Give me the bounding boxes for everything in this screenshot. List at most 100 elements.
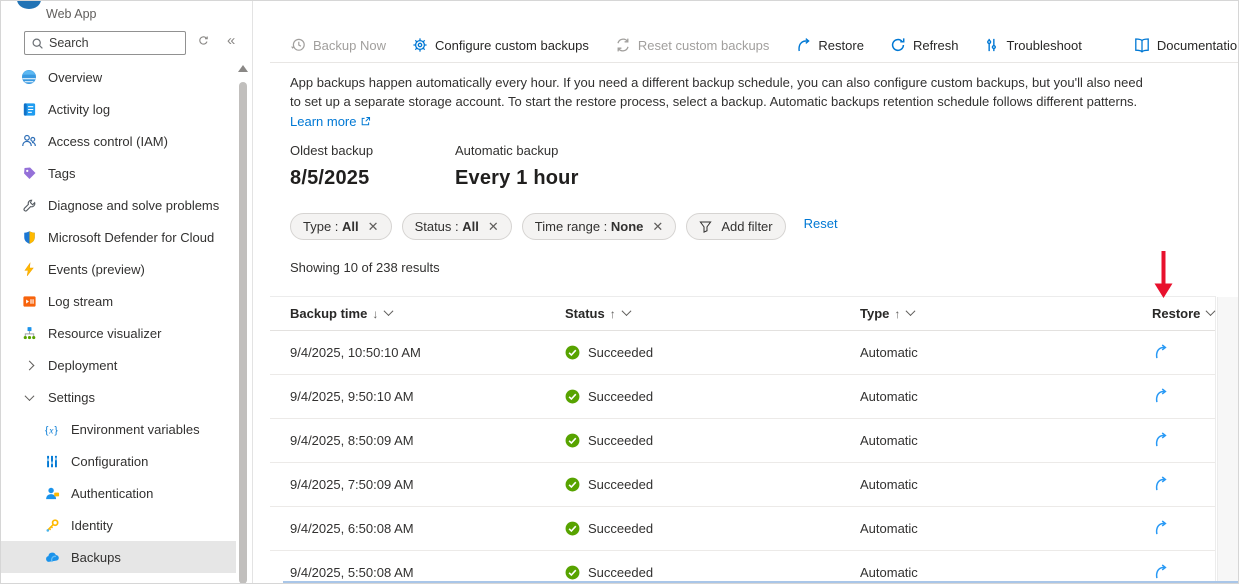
sliders-icon — [43, 452, 61, 470]
add-filter-button[interactable]: Add filter — [686, 213, 785, 240]
sidebar-item-tags[interactable]: Tags — [0, 157, 236, 189]
success-check-icon — [565, 389, 580, 404]
sidebar-item-backups[interactable]: Backups — [0, 541, 236, 573]
backup-time-cell: 9/4/2025, 9:50:10 AM — [290, 389, 565, 404]
oldest-backup-stat: Oldest backup 8/5/2025 — [290, 143, 455, 190]
sidebar-item-overview[interactable]: Overview — [0, 61, 236, 93]
sidebar-item-defender[interactable]: Microsoft Defender for Cloud — [0, 221, 236, 253]
backup-time-cell: 9/4/2025, 8:50:09 AM — [290, 433, 565, 448]
status-cell: Succeeded — [565, 345, 860, 360]
refresh-icon — [890, 37, 906, 53]
restore-row-icon[interactable] — [1152, 519, 1169, 536]
documentation-button[interactable]: Documentation — [1134, 37, 1239, 53]
configure-custom-backups-button[interactable]: Configure custom backups — [412, 37, 589, 53]
column-header-restore[interactable]: Restore — [1145, 306, 1215, 321]
sidebar-item-activity-log[interactable]: Activity log — [0, 93, 236, 125]
sidebar-item-environment-variables[interactable]: {x} Environment variables — [0, 413, 236, 445]
learn-more-link[interactable]: Learn more — [290, 114, 371, 129]
sort-asc-icon: ↑ — [894, 307, 900, 321]
filter-pill-type[interactable]: Type : All ✕ — [290, 213, 392, 240]
troubleshoot-button[interactable]: Troubleshoot — [984, 37, 1081, 53]
table-row[interactable]: 9/4/2025, 8:50:09 AM Succeeded Automatic — [270, 419, 1215, 463]
status-cell: Succeeded — [565, 521, 860, 536]
funnel-icon — [699, 220, 712, 233]
tree-diagram-icon — [20, 324, 38, 342]
results-count: Showing 10 of 238 results — [290, 260, 440, 275]
column-header-type[interactable]: Type ↑ — [860, 306, 1145, 321]
tag-icon — [20, 164, 38, 182]
backup-time-cell: 9/4/2025, 6:50:08 AM — [290, 521, 565, 536]
type-cell: Automatic — [860, 433, 1145, 448]
sidebar-nav: Overview Activity log Access control (IA… — [0, 61, 236, 573]
restore-row-icon[interactable] — [1152, 563, 1169, 580]
sidebar-item-deployment[interactable]: Deployment — [0, 349, 236, 381]
reset-filters-link[interactable]: Reset — [804, 216, 838, 231]
sidebar-item-resource-visualizer[interactable]: Resource visualizer — [0, 317, 236, 349]
reset-icon — [615, 37, 631, 53]
sidebar-item-log-stream[interactable]: Log stream — [0, 285, 236, 317]
chevron-down-icon — [621, 306, 631, 316]
table-row[interactable]: 9/4/2025, 7:50:09 AM Succeeded Automatic — [270, 463, 1215, 507]
web-app-resource-icon — [17, 0, 41, 9]
table-row[interactable]: 9/4/2025, 9:50:10 AM Succeeded Automatic — [270, 375, 1215, 419]
backups-table: Backup time ↓ Status ↑ Type ↑ Restore 9/… — [270, 296, 1216, 584]
command-bar: Backup Now Configure custom backups Rese… — [270, 28, 1239, 63]
external-link-icon — [360, 116, 371, 127]
sidebar-item-authentication[interactable]: Authentication — [0, 477, 236, 509]
sidebar-item-access-control[interactable]: Access control (IAM) — [0, 125, 236, 157]
chevron-down-icon — [20, 388, 38, 406]
table-header-row: Backup time ↓ Status ↑ Type ↑ Restore — [270, 296, 1215, 331]
backup-stats: Oldest backup 8/5/2025 Automatic backup … — [290, 143, 620, 190]
gear-icon — [412, 37, 428, 53]
success-check-icon — [565, 433, 580, 448]
refresh-button[interactable]: Refresh — [890, 37, 959, 53]
success-check-icon — [565, 565, 580, 580]
status-cell: Succeeded — [565, 389, 860, 404]
restore-row-icon[interactable] — [1152, 387, 1169, 404]
reset-custom-backups-button[interactable]: Reset custom backups — [615, 37, 770, 53]
filter-pill-status[interactable]: Status : All ✕ — [402, 213, 512, 240]
shield-icon — [20, 228, 38, 246]
sidebar-item-settings[interactable]: Settings — [0, 381, 236, 413]
restore-row-icon[interactable] — [1152, 475, 1169, 492]
person-badge-icon — [43, 484, 61, 502]
search-icon — [31, 37, 44, 50]
chevron-down-icon — [384, 306, 394, 316]
restore-button[interactable]: Restore — [795, 37, 864, 53]
backup-time-cell: 9/4/2025, 7:50:09 AM — [290, 477, 565, 492]
type-cell: Automatic — [860, 521, 1145, 536]
remove-filter-icon[interactable]: ✕ — [488, 219, 499, 235]
column-header-backup-time[interactable]: Backup time ↓ — [290, 306, 565, 321]
backup-now-button[interactable]: Backup Now — [290, 37, 386, 53]
remove-filter-icon[interactable]: ✕ — [368, 219, 379, 235]
table-row[interactable]: 9/4/2025, 10:50:10 AM Succeeded Automati… — [270, 331, 1215, 375]
people-icon — [20, 132, 38, 150]
status-cell: Succeeded — [565, 477, 860, 492]
list-scrollbar[interactable] — [1217, 297, 1239, 584]
restore-row-icon[interactable] — [1152, 343, 1169, 360]
collapse-sidebar-icon[interactable]: « — [227, 33, 235, 49]
scrollbar-thumb[interactable] — [239, 82, 247, 584]
sidebar-item-identity[interactable]: Identity — [0, 509, 236, 541]
type-cell: Automatic — [860, 565, 1145, 580]
column-header-status[interactable]: Status ↑ — [565, 306, 860, 321]
search-input[interactable] — [49, 36, 181, 50]
remove-filter-icon[interactable]: ✕ — [652, 219, 663, 235]
sidebar-item-configuration[interactable]: Configuration — [0, 445, 236, 477]
menu-refresh-icon[interactable] — [198, 35, 209, 46]
table-row[interactable]: 9/4/2025, 5:50:08 AM Succeeded Automatic — [270, 551, 1215, 584]
filter-pill-time-range[interactable]: Time range : None ✕ — [522, 213, 677, 240]
automatic-backup-value: Every 1 hour — [455, 167, 620, 190]
main-content: Backup Now Configure custom backups Rese… — [253, 0, 1239, 584]
table-row[interactable]: 9/4/2025, 6:50:08 AM Succeeded Automatic — [270, 507, 1215, 551]
backup-time-cell: 9/4/2025, 5:50:08 AM — [290, 565, 565, 580]
sidebar-search[interactable] — [24, 31, 186, 55]
success-check-icon — [565, 477, 580, 492]
chevron-down-icon — [906, 306, 916, 316]
sidebar-scrollbar[interactable] — [237, 61, 249, 584]
sidebar-item-events[interactable]: Events (preview) — [0, 253, 236, 285]
sidebar-item-diagnose[interactable]: Diagnose and solve problems — [0, 189, 236, 221]
scrollbar-up-arrow[interactable] — [238, 65, 248, 72]
status-cell: Succeeded — [565, 565, 860, 580]
restore-row-icon[interactable] — [1152, 431, 1169, 448]
